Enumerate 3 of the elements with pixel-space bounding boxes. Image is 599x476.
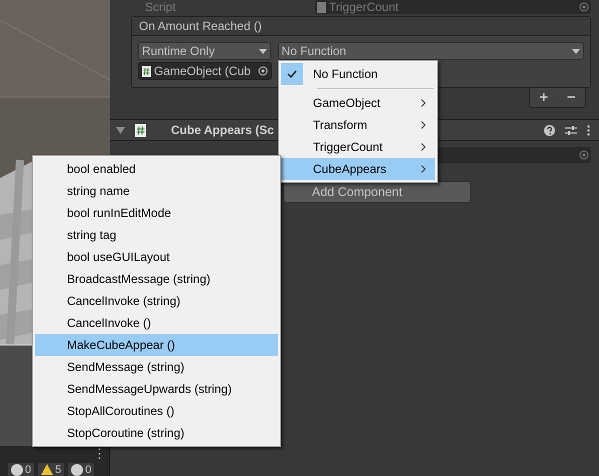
event-title: On Amount Reached (): [139, 18, 262, 35]
field-label: Script: [145, 1, 177, 13]
component-title: Cube Appears (Sc: [171, 122, 274, 139]
